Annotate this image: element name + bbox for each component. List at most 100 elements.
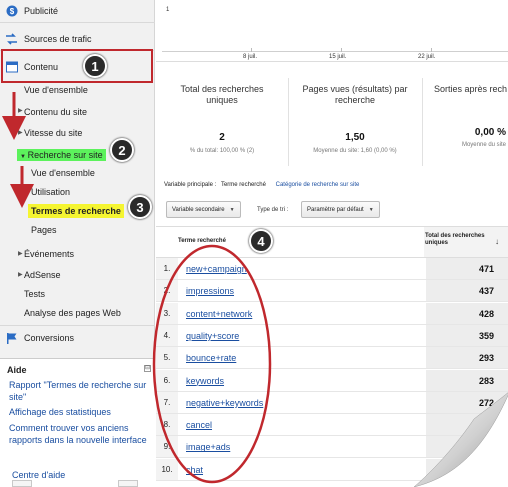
row-value: 471 (478, 264, 494, 274)
chart-tick (341, 48, 342, 52)
chart-tick-label: 15 juil. (329, 54, 347, 60)
expand-arrow-icon[interactable]: ▶ (18, 107, 23, 114)
metric-subtext: % du total: 100,00 % (2) (189, 148, 255, 154)
nav-publicite[interactable]: $ Publicité (0, 0, 155, 22)
search-term-link[interactable]: negative+keywords (186, 398, 263, 408)
column-header-term[interactable]: Terme recherché (178, 238, 226, 244)
nav-contenu-site[interactable]: Contenu du site (24, 103, 87, 121)
annotation-badge-1: 1 (83, 54, 107, 78)
minimize-icon[interactable]: ⊟ (144, 365, 151, 372)
metric-subtext: Moyenne du site (461, 142, 506, 148)
row-value: 359 (478, 330, 494, 341)
nav-utilisation[interactable]: Utilisation (31, 183, 70, 201)
search-term-link[interactable]: chat (186, 465, 203, 475)
value-cell: 428 (426, 302, 508, 324)
row-number: 10. (156, 458, 178, 480)
metric-value: 2 (219, 132, 225, 143)
search-term-link[interactable]: impressions (186, 286, 234, 296)
annotation-red-box (1, 49, 153, 83)
collapse-arrow-icon: ▼ (20, 154, 28, 160)
chart-tick (431, 48, 432, 52)
metric-pages-vues[interactable]: Pages vues (résultats) par recherche 1,5… (296, 84, 414, 154)
chart-tick-label: 8 juil. (243, 54, 258, 60)
timeline-chart: 1 8 juil. 15 juil. 22 juil. (156, 0, 508, 62)
nav-recherche-site[interactable]: ▼ Recherche sur site (17, 146, 106, 164)
chart-tick-label: 22 juil. (418, 54, 436, 60)
sort-desc-icon[interactable]: ↓ (495, 237, 499, 246)
divider (0, 22, 155, 23)
table-row: 5. bounce+rate 293 (156, 347, 508, 370)
metric-subtext: Moyenne du site: 1,60 (0,00 %) (313, 148, 397, 154)
dimension-label: Variable principale : (164, 182, 217, 188)
value-cell: 359 (426, 324, 508, 346)
metric-total-recherches[interactable]: Total des recherches uniques 2 % du tota… (170, 84, 274, 154)
dimension-current: Terme recherché (220, 182, 266, 188)
row-number: 8. (156, 414, 178, 436)
aide-link-rapport[interactable]: Rapport "Termes de recherche sur site" (9, 379, 149, 403)
footer-button[interactable] (12, 480, 32, 487)
divider (422, 78, 423, 166)
nav-tests[interactable]: Tests (24, 285, 45, 303)
column-header-total[interactable]: Total des recherches uniques (425, 233, 495, 247)
metric-sorties[interactable]: Sorties après rech 0,00 % Moyenne du sit… (430, 84, 508, 148)
metric-title: Pages vues (résultats) par recherche (302, 84, 408, 105)
recherche-site-highlight: ▼ Recherche sur site (17, 149, 106, 161)
expand-arrow-icon[interactable]: ▶ (18, 250, 23, 257)
annotation-badge-4: 4 (249, 229, 273, 253)
sort-type-dropdown[interactable]: Paramètre par défaut ▼ (301, 201, 380, 218)
table-row: 1. new+campaign 471 (156, 258, 508, 280)
nav-label: Termes de recherche (28, 204, 124, 218)
expand-arrow-icon[interactable]: ▶ (18, 129, 23, 136)
expand-arrow-icon[interactable]: ▶ (18, 271, 23, 278)
chevron-down-icon: ▼ (229, 206, 235, 213)
svg-text:$: $ (9, 7, 14, 16)
metric-value: 0,00 % (474, 127, 506, 138)
dimension-link-categorie[interactable]: Catégorie de recherche sur site (276, 182, 360, 188)
row-value: 283 (478, 375, 494, 386)
aide-link-anciens-rapports[interactable]: Comment trouver vos anciens rapports dan… (9, 422, 149, 446)
search-term-link[interactable]: quality+score (186, 331, 239, 341)
table-row: 4. quality+score 359 (156, 324, 508, 347)
nav-adsense[interactable]: AdSense (24, 266, 61, 284)
row-value: 293 (478, 353, 494, 364)
row-number: 9. (156, 436, 178, 458)
footer-button[interactable] (118, 480, 138, 487)
nav-termes-recherche[interactable]: Termes de recherche (28, 202, 124, 220)
nav-pages[interactable]: Pages (31, 221, 57, 239)
aide-title: Aide (7, 365, 27, 375)
traffic-arrows-icon (5, 33, 18, 46)
search-term-link[interactable]: content+network (186, 309, 252, 319)
row-value: 437 (478, 286, 494, 297)
search-term-link[interactable]: cancel (186, 420, 212, 430)
search-term-link[interactable]: bounce+rate (186, 353, 236, 363)
nav-evenements[interactable]: Événements (24, 245, 74, 263)
nav-analyse-pages-web[interactable]: Analyse des pages Web (24, 304, 121, 322)
nav-vue-ensemble[interactable]: Vue d'ensemble (24, 81, 88, 99)
search-term-link[interactable]: new+campaign (186, 264, 247, 274)
nav-label: Conversions (24, 333, 75, 343)
dropdown-label: Paramètre par défaut (307, 206, 364, 213)
nav-label: Recherche sur site (27, 150, 103, 160)
nav-label: Publicité (24, 6, 59, 16)
row-value: 428 (478, 308, 494, 319)
row-number: 6. (156, 369, 178, 391)
secondary-dimension-dropdown[interactable]: Variable secondaire ▼ (166, 201, 241, 218)
nav-conversions[interactable]: Conversions (0, 327, 155, 349)
dollar-icon: $ (5, 5, 18, 18)
row-number: 4. (156, 324, 178, 346)
search-term-link[interactable]: keywords (186, 376, 224, 386)
value-cell: 293 (426, 347, 508, 369)
flag-icon (5, 332, 18, 345)
nav-sources-trafic[interactable]: Sources de trafic (0, 28, 155, 50)
sort-type-label: Type de tri : (257, 207, 289, 213)
nav-vitesse-site[interactable]: Vitesse du site (24, 124, 82, 142)
row-number: 2. (156, 280, 178, 302)
aide-panel: Aide ⊟ Rapport "Termes de recherche sur … (0, 358, 155, 487)
divider (0, 325, 155, 326)
nav-rs-vue-ensemble[interactable]: Vue d'ensemble (31, 164, 95, 182)
metric-value: 1,50 (345, 132, 365, 143)
search-term-link[interactable]: image+ads (186, 442, 230, 452)
row-number: 1. (156, 258, 178, 279)
table-header: Terme recherché Total des recherches uni… (156, 226, 508, 258)
aide-link-affichage[interactable]: Affichage des statistiques (9, 406, 149, 418)
